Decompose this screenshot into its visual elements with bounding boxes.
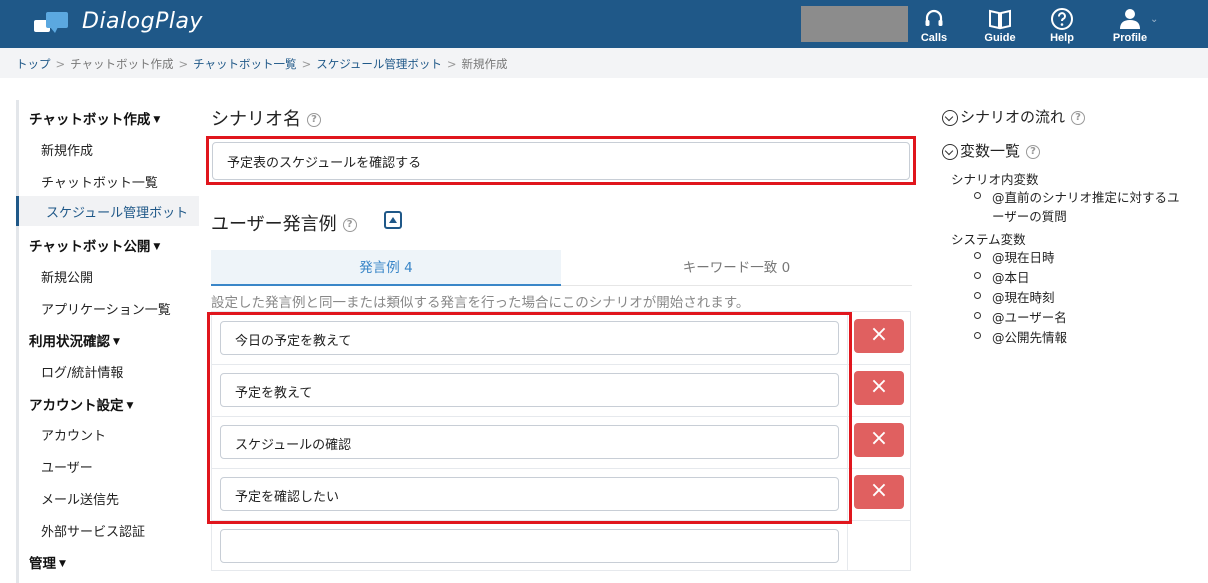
help-icon[interactable]: ? <box>307 113 321 127</box>
list-item[interactable]: @公開先情報 <box>974 328 1067 347</box>
redacted-area <box>801 6 908 42</box>
profile-chevron-down-icon[interactable]: ⌄ <box>1150 14 1158 25</box>
calls-label: Calls <box>920 32 948 44</box>
new-utterance-input[interactable] <box>220 529 839 563</box>
list-item[interactable]: @直前のシナリオ推定に対するユーザーの質問 <box>974 188 1188 226</box>
dialogplay-logo-icon[interactable] <box>34 10 70 36</box>
sidebar-item-chatbot-list[interactable]: チャットボット一覧 <box>41 172 158 191</box>
bullet-icon <box>974 312 981 319</box>
profile-label: Profile <box>1112 32 1148 44</box>
tab-keyword-match[interactable]: キーワード一致 0 <box>561 250 912 286</box>
bullet-icon <box>974 192 981 199</box>
delete-utterance-button[interactable]: × <box>854 423 904 457</box>
close-icon: × <box>869 478 889 503</box>
sidebar-group-usage[interactable]: 利用状況確認 ▼ <box>29 330 120 350</box>
sidebar-group-admin[interactable]: 管理 ▼ <box>29 552 66 572</box>
breadcrumb: トップ > チャットボット作成 > チャットボット一覧 > スケジュール管理ボット > 新規作成 <box>0 48 1208 78</box>
bullet-icon <box>974 332 981 339</box>
top-header: DialogPlay Calls Guide Help Profile ⌄ <box>0 0 1208 48</box>
sidebar-item-new[interactable]: 新規作成 <box>41 140 93 159</box>
list-item[interactable]: @ユーザー名 <box>974 308 1067 327</box>
breadcrumb-separator: > <box>55 57 66 71</box>
scenario-name-title: シナリオ名? <box>211 105 321 131</box>
sidebar-item-users[interactable]: ユーザー <box>41 457 93 476</box>
sidebar-group-create[interactable]: チャットボット作成 ▼ <box>29 108 160 128</box>
tab-utterance-examples[interactable]: 発言例 4 <box>211 250 561 286</box>
list-item[interactable]: @現在日時 <box>974 248 1055 267</box>
caret-down-icon: ▼ <box>153 242 161 252</box>
close-icon: × <box>869 426 889 451</box>
help-icon[interactable]: ? <box>1026 144 1041 159</box>
scenario-flow-toggle[interactable]: シナリオの流れ? <box>942 106 1086 127</box>
delete-utterance-button[interactable]: × <box>854 319 904 353</box>
list-item[interactable]: @本日 <box>974 268 1030 287</box>
list-item[interactable]: @現在時刻 <box>974 288 1055 307</box>
question-icon <box>1051 8 1073 30</box>
chevron-down-circle-icon <box>942 143 958 160</box>
system-variables-label: システム変数 <box>951 232 1026 247</box>
utterance-description: 設定した発言例と同一または類似する発言を行った場合にこのシナリオが開始されます。 <box>211 295 750 311</box>
utterance-input[interactable]: 今日の予定を教えて <box>220 321 839 355</box>
breadcrumb-separator: > <box>446 57 457 71</box>
close-icon: × <box>869 374 889 399</box>
scenario-name-input[interactable]: 予定表のスケジュールを確認する <box>212 142 910 180</box>
collapse-icon[interactable] <box>384 211 402 229</box>
variable-list-toggle[interactable]: 変数一覧? <box>942 140 1041 161</box>
utterance-input[interactable]: 予定を確認したい <box>220 477 839 511</box>
sidebar-item-new-publish[interactable]: 新規公開 <box>41 267 93 286</box>
headset-icon <box>925 9 943 26</box>
sidebar-group-publish[interactable]: チャットボット公開 ▼ <box>29 235 160 255</box>
scenario-variables-label: シナリオ内変数 <box>951 172 1039 187</box>
caret-down-icon: ▼ <box>59 559 66 569</box>
help-icon[interactable]: ? <box>1071 110 1086 125</box>
sidebar-item-logs[interactable]: ログ/統計情報 <box>41 362 123 381</box>
utterance-input[interactable]: スケジュールの確認 <box>220 425 839 459</box>
caret-down-icon: ▼ <box>153 115 161 125</box>
breadcrumb-text: チャットボット作成 <box>70 57 174 71</box>
sidebar-item-external-auth[interactable]: 外部サービス認証 <box>41 521 145 540</box>
book-icon <box>989 9 1011 30</box>
sidebar-group-account[interactable]: アカウント設定 ▼ <box>29 394 133 414</box>
caret-down-icon: ▼ <box>126 401 134 411</box>
chevron-down-circle-icon <box>942 109 958 126</box>
sidebar-item-app-list[interactable]: アプリケーション一覧 <box>41 299 171 318</box>
help-icon[interactable]: ? <box>342 218 357 232</box>
guide-button[interactable]: Guide <box>970 0 1030 48</box>
delete-utterance-button[interactable]: × <box>854 371 904 405</box>
bullet-icon <box>974 272 981 279</box>
delete-utterance-button[interactable]: × <box>854 475 904 509</box>
sidebar-item-mail[interactable]: メール送信先 <box>41 489 119 508</box>
sidebar-item-schedule-bot[interactable]: スケジュール管理ボット <box>16 196 199 226</box>
help-label: Help <box>1050 32 1074 44</box>
sidebar: チャットボット作成 ▼ 新規作成 チャットボット一覧 スケジュール管理ボット チャ… <box>16 100 199 583</box>
brand-name[interactable]: DialogPlay <box>82 9 203 34</box>
caret-down-icon: ▼ <box>113 337 120 347</box>
user-icon <box>1120 9 1140 29</box>
utterance-input[interactable]: 予定を教えて <box>220 373 839 407</box>
sidebar-item-account[interactable]: アカウント <box>41 425 106 444</box>
utterance-examples-title: ユーザー発言例? <box>211 210 357 236</box>
guide-label: Guide <box>984 32 1016 44</box>
breadcrumb-separator: > <box>178 57 189 71</box>
breadcrumb-link[interactable]: チャットボット一覧 <box>193 57 296 71</box>
close-icon: × <box>869 322 889 347</box>
breadcrumb-current: 新規作成 <box>461 57 508 71</box>
breadcrumb-separator: > <box>301 57 312 71</box>
bullet-icon <box>974 292 981 299</box>
help-button[interactable]: Help <box>1032 0 1092 48</box>
breadcrumb-link[interactable]: トップ <box>16 57 51 71</box>
breadcrumb-link[interactable]: スケジュール管理ボット <box>316 57 442 71</box>
calls-button[interactable]: Calls <box>904 0 964 48</box>
bullet-icon <box>974 252 981 259</box>
